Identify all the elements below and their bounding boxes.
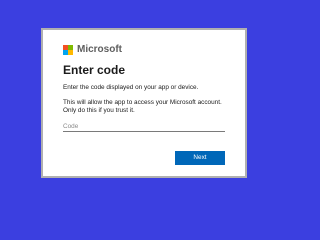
- page-background: Microsoft Enter code Enter the code disp…: [0, 0, 300, 220]
- code-input[interactable]: [63, 121, 225, 132]
- sign-in-card: Microsoft Enter code Enter the code disp…: [41, 28, 247, 178]
- microsoft-logo-icon: [63, 45, 73, 55]
- logo-red-square: [63, 45, 68, 50]
- brand-name: Microsoft: [77, 44, 122, 55]
- brand-header: Microsoft: [63, 44, 225, 56]
- logo-green-square: [68, 45, 73, 50]
- logo-blue-square: [63, 50, 68, 55]
- instruction-text: Enter the code displayed on your app or …: [63, 84, 199, 91]
- button-row: Next: [175, 146, 225, 165]
- warning-text: This will allow the app to access your M…: [63, 99, 222, 114]
- next-button[interactable]: Next: [175, 151, 225, 165]
- logo-yellow-square: [68, 50, 73, 55]
- page-title: Enter code: [63, 63, 126, 77]
